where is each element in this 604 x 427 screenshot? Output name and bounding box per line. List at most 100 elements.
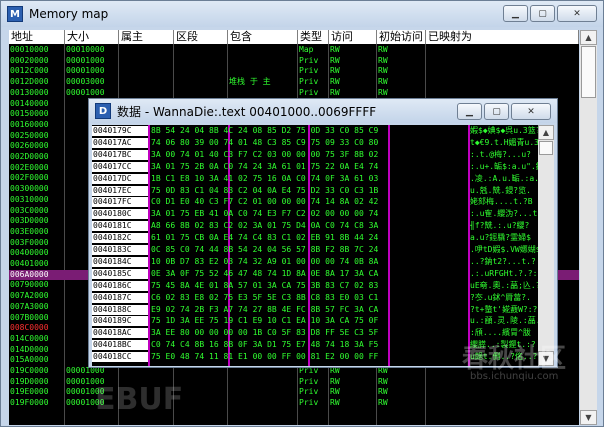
scroll-up-icon[interactable]: ▲: [580, 30, 597, 45]
dump-ascii: .凌.:A.u.缿.:a.: [470, 173, 538, 183]
dump-row[interactable]: 0040188C E9 02 74 2B F3 A7 74 27 8B 4E FC…: [92, 304, 538, 315]
cell-addr: 00160000: [10, 119, 49, 129]
memory-map-scrollbar[interactable]: ▲ ▼: [580, 30, 597, 425]
minimize-icon[interactable]: ▁: [503, 5, 528, 22]
cell-addr: 008C0000: [10, 323, 49, 333]
cell-addr: 007B0000: [10, 312, 49, 322]
cell-owner: [120, 45, 173, 55]
cell-owner: [120, 56, 173, 66]
scroll-down-icon[interactable]: ▼: [580, 410, 597, 425]
memory-map-column-header[interactable]: 类型: [298, 30, 329, 44]
cell-type: Priv: [299, 87, 319, 97]
dump-address: 0040189C: [92, 316, 148, 327]
watermark-brand: 春秋社区: [462, 344, 567, 374]
minimize-icon[interactable]: ▁: [457, 103, 482, 120]
memory-map-column-header[interactable]: 包含: [228, 30, 298, 44]
cell-init: RW: [378, 45, 388, 54]
dump-hex-bytes: C0 D1 E0 40 C3 F7 C2 01 00 00 00 74 14 8…: [151, 197, 379, 207]
cell-contains: [229, 88, 297, 98]
close-icon[interactable]: ✕: [511, 103, 551, 120]
dump-ascii: u.:顄.灵.陵.:蕌.: [470, 316, 538, 326]
cell-addr: 00150000: [10, 109, 49, 119]
dump-row[interactable]: 0040189C 75 1D 3A EE 75 19 C1 E9 10 C1 EA…: [92, 316, 538, 327]
memory-map-column-header[interactable]: 区段: [174, 30, 228, 44]
dump-titlebar[interactable]: D 数据 - WannaDie:.text 00401000..0069FFFF…: [89, 99, 557, 123]
memory-map-scroll-thumb[interactable]: [581, 46, 596, 98]
cell-addr: 00020000: [10, 55, 49, 65]
cell-access: RW: [330, 55, 340, 65]
cell-section: [175, 88, 227, 98]
table-row[interactable]: 0012C000 00001000 Priv RW RW: [9, 66, 579, 76]
memory-map-column-header[interactable]: 访问: [329, 30, 377, 44]
dump-row[interactable]: 004017DC 1B C1 E8 10 3A 41 02 75 16 0A C0…: [92, 173, 538, 184]
cell-access: RW: [330, 87, 340, 97]
memory-map-titlebar[interactable]: M Memory map ▁ ▢ ✕: [1, 1, 603, 27]
dump-hex-bytes: 75 E0 48 74 11 81 E1 00 00 FF 00 81 E2 0…: [151, 352, 379, 362]
dump-row[interactable]: 004017CC 3A 01 75 2B 0A C0 74 24 3A 61 01…: [92, 161, 538, 172]
dump-address: 004017DC: [92, 173, 148, 184]
table-row[interactable]: 00010000 00010000 Map RW RW: [9, 45, 579, 55]
cell-init: RW: [378, 376, 388, 386]
dump-row[interactable]: 0040186C 75 45 8A 4E 01 8A 57 01 3A CA 75…: [92, 280, 538, 291]
dump-address: 004018BC: [92, 340, 148, 351]
cell-contains: [229, 387, 297, 397]
cell-access: RW: [330, 398, 340, 408]
memory-map-column-header[interactable]: 初始访问: [377, 30, 426, 44]
memory-map-column-header[interactable]: 大小: [65, 30, 119, 44]
memory-map-column-header[interactable]: 属主: [119, 30, 174, 44]
dump-address: 004018CC: [92, 352, 148, 363]
dump-ascii: 婽$◆婰$◆呉u.3篮?: [470, 126, 538, 135]
cell-contains: [229, 56, 297, 66]
maximize-icon[interactable]: ▢: [530, 5, 555, 22]
dump-address: 0040181C: [92, 221, 148, 232]
dump-row[interactable]: 004018AC 3A EE 80 00 00 00 00 1B C0 5F 83…: [92, 328, 538, 339]
dump-address: 0040180C: [92, 209, 148, 220]
memory-map-column-header[interactable]: 已映射为: [426, 30, 579, 44]
dump-address: 004017FC: [92, 197, 148, 208]
close-icon[interactable]: ✕: [557, 5, 597, 22]
dump-scroll-thumb[interactable]: [539, 141, 553, 155]
table-row[interactable]: 00020000 00001000 Priv RW RW: [9, 56, 579, 66]
cell-section: [175, 56, 227, 66]
dump-ascii: :.u隺.纓沩?...t: [470, 209, 538, 219]
dump-hex-view[interactable]: 0040179C 8B 54 24 04 8B 4C 24 08 85 D2 75…: [92, 125, 538, 366]
dump-row[interactable]: 0040181C A8 66 8B 02 83 C2 02 3A 01 75 D4…: [92, 221, 538, 232]
dump-row[interactable]: 004017AC 74 06 80 39 00 74 01 48 C3 85 C9…: [92, 137, 538, 148]
dump-row[interactable]: 004017FC C0 D1 E0 40 C3 F7 C2 01 00 00 00…: [92, 197, 538, 208]
dump-hex-bytes: 61 01 75 CB 0A E4 74 C4 83 C1 02 EB 91 8…: [151, 233, 379, 243]
dump-scrollbar[interactable]: ▲ ▼: [538, 125, 554, 366]
dump-row[interactable]: 0040185C 0E 3A 0F 75 52 46 47 48 74 1D 8A…: [92, 268, 538, 279]
cell-mapped: [427, 45, 578, 55]
dump-title: 数据 - WannaDie:.text 00401000..0069FFFF: [117, 104, 377, 119]
cell-addr: 019E0000: [10, 387, 49, 397]
dump-address: 0040186C: [92, 280, 148, 291]
dump-row[interactable]: 004017EC 75 0D 83 C1 04 83 C2 04 0A E4 75…: [92, 185, 538, 196]
dump-row[interactable]: 0040182C 61 01 75 CB 0A E4 74 C4 83 C1 02…: [92, 233, 538, 244]
cell-init: RW: [378, 387, 388, 397]
dump-ascii: .吚tD婽$.VW嬺媩$: [470, 245, 538, 254]
memory-map-column-header[interactable]: 地址: [9, 30, 65, 44]
cell-section: [175, 45, 227, 55]
dump-hex-bytes: E9 02 74 2B F3 A7 74 27 8B 4E FC 8B 57 F…: [151, 304, 379, 314]
dump-row[interactable]: 0040183C 0C 85 C0 74 44 8B 54 24 04 56 57…: [92, 245, 538, 255]
dump-hex-bytes: 74 06 80 39 00 74 01 48 C3 85 C9 75 09 3…: [151, 137, 379, 147]
scroll-up-icon[interactable]: ▲: [538, 125, 554, 140]
dump-ascii: :.t.@梅?...u?: [470, 149, 531, 159]
maximize-icon[interactable]: ▢: [484, 103, 509, 120]
table-row[interactable]: 0012D000 00003000 堆栈 于 主 Priv RW RW: [9, 77, 579, 87]
cell-size: 00003000: [66, 77, 105, 87]
watermark-side-text: EBUF: [95, 382, 184, 417]
dump-row[interactable]: 0040179C 8B 54 24 04 8B 4C 24 08 85 D2 75…: [92, 126, 538, 136]
dump-address: 0040183C: [92, 245, 148, 255]
dump-row[interactable]: 004017BC 3A 00 74 01 40 C3 F7 C2 03 00 00…: [92, 149, 538, 160]
dump-ascii: ╢f?兟.:.u?纓?: [470, 221, 530, 231]
cell-contains: [229, 45, 297, 55]
dump-row[interactable]: 0040187C C6 02 83 E8 02 75 E3 5F 5E C3 8B…: [92, 292, 538, 303]
cell-init: RW: [378, 87, 388, 97]
dump-row[interactable]: 0040180C 3A 01 75 EB 41 0A C0 74 E3 F7 C2…: [92, 209, 538, 220]
dump-address: 004017EC: [92, 185, 148, 196]
cell-mapped: [427, 66, 578, 76]
table-row[interactable]: 00130000 00001000 Priv RW RW: [9, 88, 579, 98]
dump-row[interactable]: 0040184C 10 0B D7 83 E2 03 74 32 A9 01 00…: [92, 256, 538, 267]
cell-addr: 014C0000: [10, 333, 49, 343]
